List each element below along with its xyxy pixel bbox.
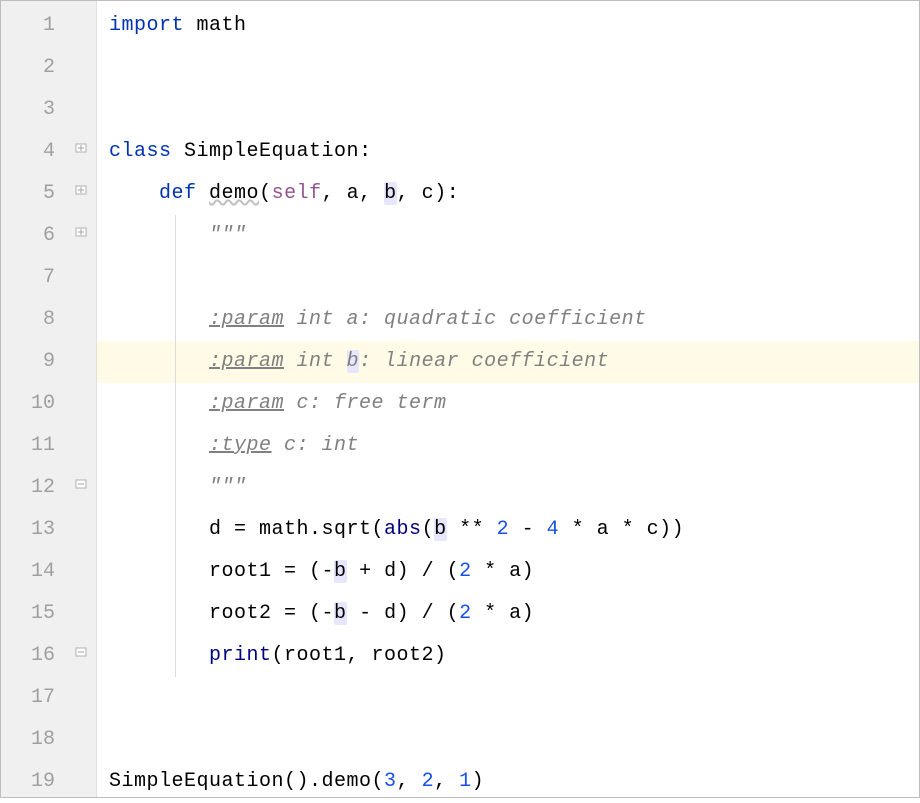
var-b: b xyxy=(434,518,447,541)
code-line[interactable] xyxy=(97,677,919,719)
line-number[interactable]: 1 xyxy=(1,5,71,47)
function-name: demo xyxy=(209,182,259,205)
line-number[interactable]: 2 xyxy=(1,47,71,89)
code-line[interactable] xyxy=(97,719,919,761)
code-line[interactable]: :type c: int xyxy=(97,425,919,467)
gutter: 1 2 3 4 5 6 7 8 9 10 11 12 13 14 15 16 1… xyxy=(1,1,97,797)
code-line[interactable]: SimpleEquation().demo(3, 2, 1) xyxy=(97,761,919,803)
fold-close-icon[interactable] xyxy=(73,644,89,660)
colon: : xyxy=(359,140,372,163)
code-line[interactable] xyxy=(97,47,919,89)
line-number[interactable]: 11 xyxy=(1,425,71,467)
line-number[interactable]: 15 xyxy=(1,593,71,635)
line-number[interactable]: 13 xyxy=(1,509,71,551)
doc-tag-param: :param xyxy=(209,350,284,373)
code-line[interactable]: def demo(self, a, b, c): xyxy=(97,173,919,215)
code-area[interactable]: import math class SimpleEquation: def de… xyxy=(97,1,919,797)
line-number[interactable]: 7 xyxy=(1,257,71,299)
line-number[interactable]: 12 xyxy=(1,467,71,509)
line-number[interactable]: 3 xyxy=(1,89,71,131)
var-b: b xyxy=(334,602,347,625)
docstring-close: """ xyxy=(209,476,247,499)
docstring-open: """ xyxy=(209,224,247,247)
line-number[interactable]: 16 xyxy=(1,635,71,677)
self-param: self xyxy=(272,182,322,205)
code-line-current[interactable]: :param int b: linear coefficient xyxy=(97,341,919,383)
doc-b-ref: b xyxy=(347,350,360,373)
line-number[interactable]: 14 xyxy=(1,551,71,593)
line-number-column: 1 2 3 4 5 6 7 8 9 10 11 12 13 14 15 16 1… xyxy=(1,1,71,803)
doc-tag-param: :param xyxy=(209,308,284,331)
code-line[interactable]: root1 = (-b + d) / (2 * a) xyxy=(97,551,919,593)
var-b: b xyxy=(334,560,347,583)
code-line[interactable]: """ xyxy=(97,215,919,257)
builtin-abs: abs xyxy=(384,518,422,541)
code-line[interactable]: class SimpleEquation: xyxy=(97,131,919,173)
line-number[interactable]: 17 xyxy=(1,677,71,719)
param-b: b xyxy=(384,182,397,205)
doc-tag-type: :type xyxy=(209,434,272,457)
code-line[interactable] xyxy=(97,257,919,299)
code-line[interactable]: import math xyxy=(97,5,919,47)
line-number[interactable]: 18 xyxy=(1,719,71,761)
code-editor[interactable]: 1 2 3 4 5 6 7 8 9 10 11 12 13 14 15 16 1… xyxy=(1,1,919,797)
builtin-print: print xyxy=(209,644,272,667)
line-number[interactable]: 6 xyxy=(1,215,71,257)
code-line[interactable]: root2 = (-b - d) / (2 * a) xyxy=(97,593,919,635)
line-number[interactable]: 19 xyxy=(1,761,71,803)
line-number[interactable]: 9 xyxy=(1,341,71,383)
code-line[interactable]: d = math.sqrt(abs(b ** 2 - 4 * a * c)) xyxy=(97,509,919,551)
fold-open-icon[interactable] xyxy=(73,224,89,240)
line-number[interactable]: 8 xyxy=(1,299,71,341)
line-number[interactable]: 10 xyxy=(1,383,71,425)
class-name: SimpleEquation xyxy=(184,140,359,163)
fold-open-icon[interactable] xyxy=(73,140,89,156)
code-line[interactable]: :param int a: quadratic coefficient xyxy=(97,299,919,341)
fold-column xyxy=(71,1,97,797)
code-line[interactable]: print(root1, root2) xyxy=(97,635,919,677)
doc-tag-param: :param xyxy=(209,392,284,415)
fold-close-icon[interactable] xyxy=(73,476,89,492)
keyword-import: import xyxy=(109,14,184,37)
fold-open-icon[interactable] xyxy=(73,182,89,198)
module-name: math xyxy=(197,14,247,37)
line-number[interactable]: 5 xyxy=(1,173,71,215)
code-line[interactable]: :param c: free term xyxy=(97,383,919,425)
line-number[interactable]: 4 xyxy=(1,131,71,173)
code-line[interactable] xyxy=(97,89,919,131)
code-line[interactable]: """ xyxy=(97,467,919,509)
keyword-class: class xyxy=(109,140,172,163)
keyword-def: def xyxy=(159,182,197,205)
